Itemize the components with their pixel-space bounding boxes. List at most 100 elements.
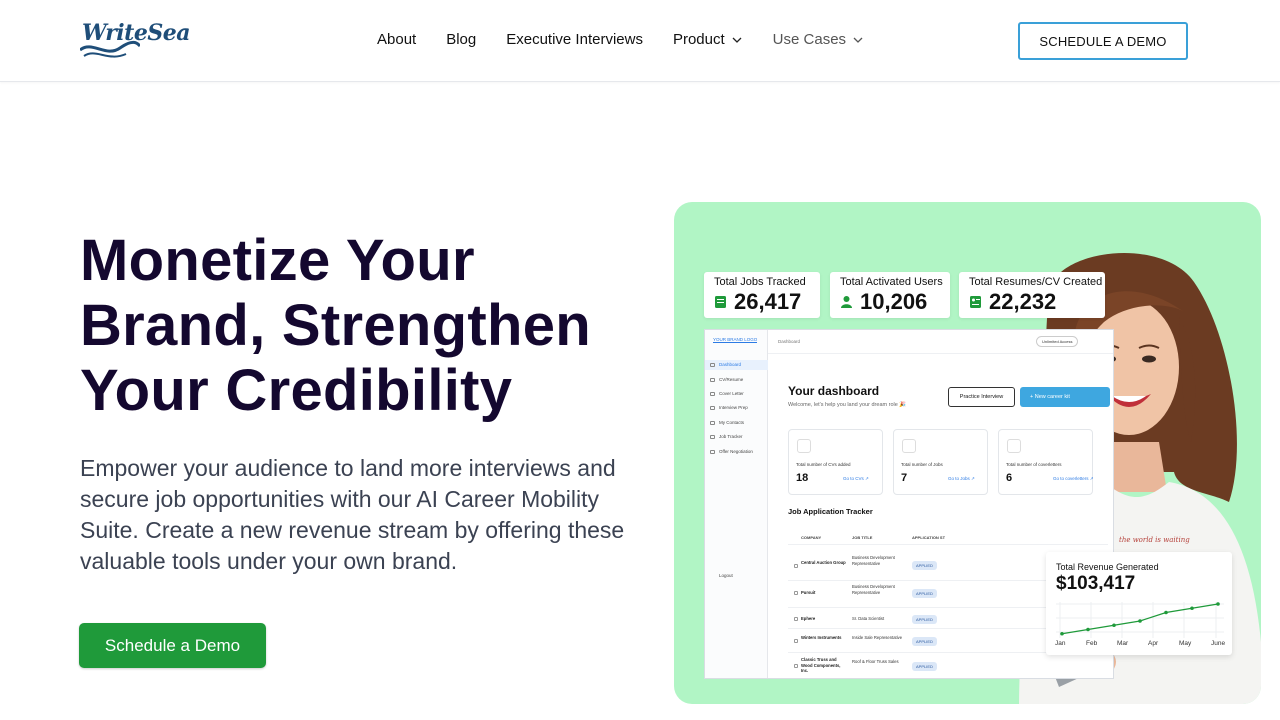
nav-executive-interviews[interactable]: Executive Interviews [506,31,643,48]
contacts-icon [710,421,715,425]
company-cell: Central Auction Group [801,560,846,565]
license-badge: Unlimited Access [1036,336,1079,347]
mail-icon [1007,439,1021,453]
divider [788,544,1108,545]
status-badge: APPLIED [912,615,937,624]
card-link[interactable]: Go to coverletters ↗ [1053,476,1094,482]
wave-icon [80,40,140,58]
month-label: May [1179,640,1192,647]
stat-value-row: 26,417 [714,289,810,315]
revenue-point [1164,610,1168,615]
revenue-line-chart [1056,602,1224,638]
month-label: Apr [1148,640,1159,647]
file-icon [797,439,811,453]
sidebar-item-label: Job Tracker [719,434,743,439]
row-checkbox[interactable] [794,564,798,568]
job-title-cell: Sr. Data Scientist [852,616,885,621]
card-value: 6 [1006,472,1013,484]
card-label: Total number of coverletters [1006,462,1062,467]
sidebar-item-job-tracker[interactable]: Job Tracker [705,432,768,442]
nav-about[interactable]: About [377,31,416,48]
company-cell: Ephere [801,616,816,621]
schedule-demo-button[interactable]: Schedule a Demo [79,623,266,668]
company-cell: Pursuit [801,590,816,595]
svg-text:the world is waiting: the world is waiting [1119,536,1190,544]
new-career-kit-button[interactable]: + New career kit [1020,387,1110,407]
sidebar-item-label: Offer Negotiation [719,449,753,454]
sidebar-item-label: My Contacts [719,420,745,425]
card-label: Total number of CVs added [796,462,851,467]
nav-product[interactable]: Product [673,31,743,48]
sidebar-item-cover-letter[interactable]: Cover Letter [705,389,768,399]
stat-label: Total Resumes/CV Created [969,276,1103,288]
company-cell: Winters Instruments [801,635,842,640]
card-link[interactable]: Go to CVs ↗ [843,476,869,482]
list-icon [710,450,715,454]
hero-title-line-1: Monetize Your [80,228,475,293]
sidebar-item-label: Interview Prep [719,405,748,410]
row-checkbox[interactable] [794,664,798,668]
file-icon [710,392,715,396]
sidebar-item-cv-resume[interactable]: CV/Resume [705,375,768,385]
stat-resumes-created: Total Resumes/CV Created 22,232 [959,272,1105,318]
revenue-point [1060,631,1064,636]
chevron-down-icon [853,37,863,43]
practice-interview-button[interactable]: Practice Interview [948,387,1015,407]
sidebar-item-label: Dashboard [719,362,742,367]
nav-use-cases[interactable]: Use Cases [773,31,864,48]
brand-logo-placeholder: YOUR BRAND LOGO [713,337,758,343]
dashboard-sidebar: YOUR BRAND LOGO Dashboard CV/Resume Cove… [705,330,768,678]
nav-executive-interviews-label: Executive Interviews [506,31,643,48]
revenue-card: Total Revenue Generated $103,417 Jan Feb… [1046,552,1232,655]
job-title-cell: Business Development Representative [852,555,895,566]
briefcase-icon [902,439,916,453]
revenue-point [1112,623,1116,628]
site-header: WriteSea About Blog Executive Interviews… [0,0,1280,82]
writesea-logo[interactable]: WriteSea [80,20,190,62]
stat-value: 10,206 [860,289,928,314]
sidebar-item-label: Cover Letter [719,391,744,396]
card-value: 7 [901,472,908,484]
main-nav: About Blog Executive Interviews Product … [377,31,894,48]
sidebar-item-interview-prep[interactable]: Interview Prep [705,403,768,413]
stat-value-row: 22,232 [969,289,1095,315]
revenue-point [1216,602,1220,606]
month-label: June [1211,640,1226,647]
stat-label: Total Jobs Tracked [714,276,806,288]
month-label: Feb [1086,640,1098,647]
job-tracker-heading: Job Application Tracker [788,507,873,516]
stat-activated-users: Total Activated Users 10,206 [830,272,950,318]
dashboard-heading: Your dashboard [788,384,880,398]
row-checkbox[interactable] [794,617,798,621]
company-cell: Classic Truss and Wood Components, Inc. [801,657,841,673]
home-icon [710,363,715,367]
nav-blog-label: Blog [446,31,477,48]
row-checkbox[interactable] [794,639,798,643]
sidebar-item-offer-negotiation[interactable]: Offer Negotiation [705,447,768,457]
row-checkbox[interactable] [794,591,798,595]
nav-blog[interactable]: Blog [446,31,476,48]
logout-link[interactable]: Logout [711,573,733,578]
sidebar-item-label: CV/Resume [719,377,744,382]
column-header: COMPANY [801,535,822,540]
card-link[interactable]: Go to Jobs ↗ [948,476,975,482]
job-title-cell: Roof & Floor Truss Sales [852,659,899,664]
month-label: Jan [1055,640,1066,647]
breadcrumb: Dashboard [778,339,801,344]
revenue-point [1190,606,1194,611]
file-icon [710,378,715,382]
revenue-point [1086,627,1090,632]
sidebar-item-dashboard[interactable]: Dashboard [705,360,768,370]
stat-label: Total Activated Users [840,276,943,288]
dashboard-subheading: Welcome, let's help you land your dream … [788,402,907,408]
nav-product-label: Product [672,31,725,48]
schedule-demo-header-button[interactable]: SCHEDULE A DEMO [1018,22,1188,60]
chevron-down-icon [732,37,742,43]
stat-jobs-tracked: Total Jobs Tracked 26,417 [704,272,820,318]
sidebar-item-my-contacts[interactable]: My Contacts [705,418,768,428]
resume-icon [970,296,981,308]
card-label: Total number of Jobs [901,462,943,467]
hero-title: Monetize Your Brand, Strengthen Your Cre… [80,228,660,423]
hero-title-line-2: Brand, Strengthen [80,293,592,358]
nav-use-cases-label: Use Cases [772,31,847,48]
